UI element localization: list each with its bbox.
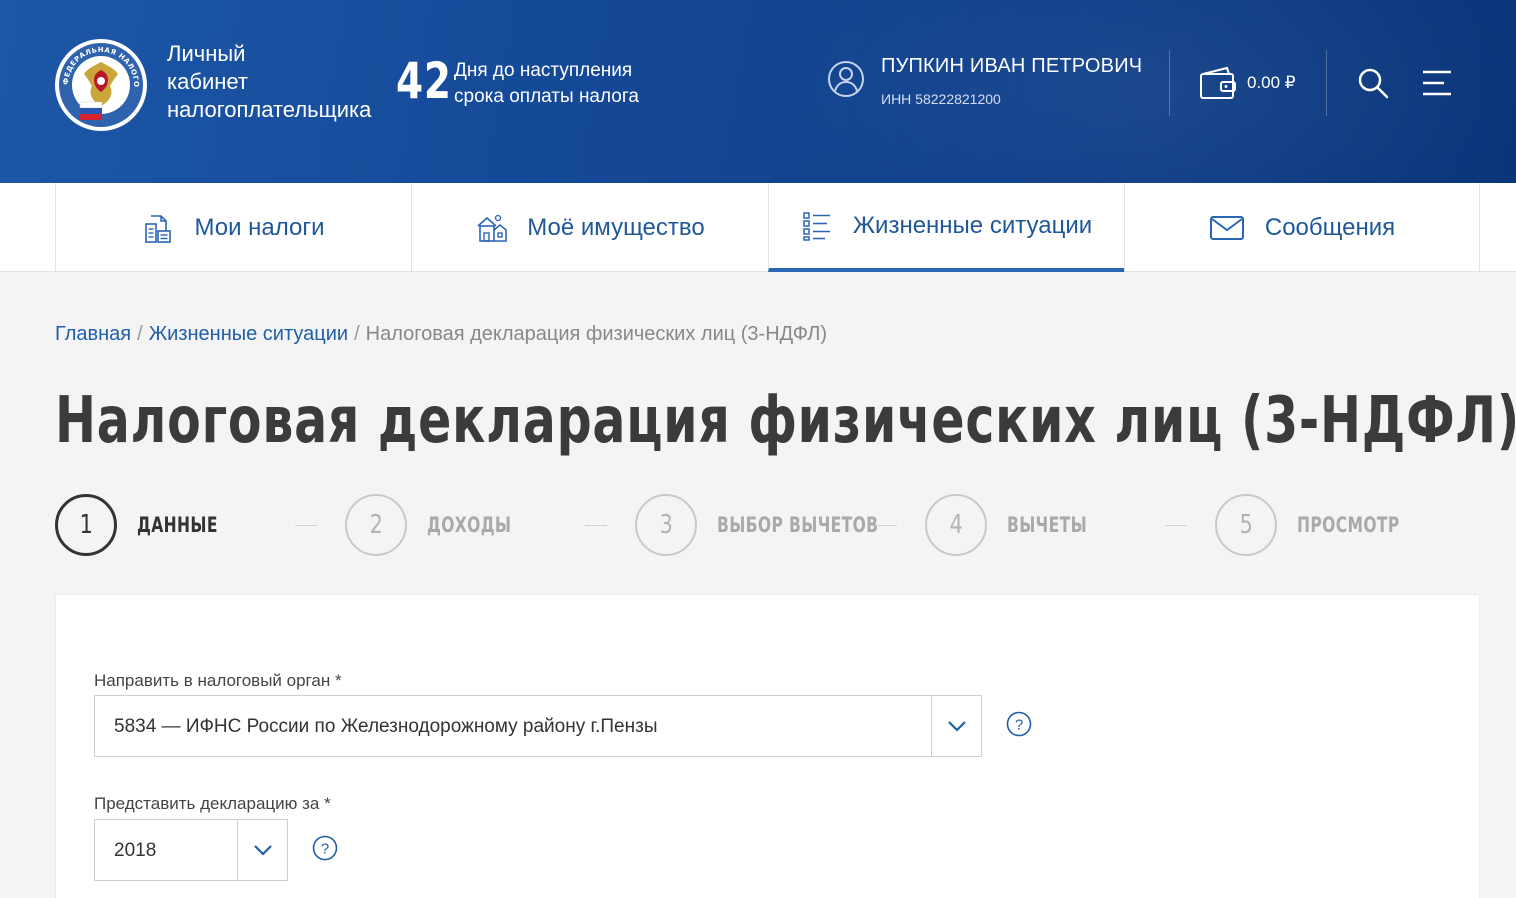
main-nav: Мои налоги Моё имущество Жизненные ситуа… xyxy=(0,183,1516,272)
year-select[interactable]: 2018 xyxy=(94,819,288,881)
fns-logo[interactable]: ФЕДЕРАЛЬНАЯ НАЛОГОВАЯ СЛУЖБА xyxy=(54,38,148,132)
breadcrumb: Главная / Жизненные ситуации / Налоговая дек… xyxy=(55,323,827,346)
step-number: 1 xyxy=(79,510,93,540)
header-divider xyxy=(1169,50,1170,116)
tax-office-dropdown-button[interactable] xyxy=(931,696,981,756)
wallet-icon[interactable] xyxy=(1199,66,1237,100)
brand-line: Личный xyxy=(167,41,246,66)
step-connector xyxy=(875,525,897,526)
step-number-circle[interactable]: 3 xyxy=(635,494,697,556)
form-card: Направить в налоговый орган * 5834 — ИФН… xyxy=(55,594,1480,898)
svg-text:?: ? xyxy=(1015,717,1023,734)
user-avatar-icon[interactable] xyxy=(827,60,865,98)
days-count: 42 xyxy=(396,52,452,110)
tax-office-value: 5834 — ИФНС России по Железнодорожному р… xyxy=(114,716,658,737)
svg-text:?: ? xyxy=(321,841,329,858)
nav-item-label: Жизненные ситуации xyxy=(852,211,1093,239)
tax-office-select[interactable]: 5834 — ИФНС России по Железнодорожному р… xyxy=(94,695,982,757)
nav-item-label: Мои налоги xyxy=(194,213,325,241)
user-inn: ИНН 58222821200 xyxy=(881,91,1001,107)
page-title: Налоговая декларация физических лиц (3-Н… xyxy=(55,384,1516,458)
days-caption: Дня до наступления срока оплаты налога xyxy=(454,58,639,110)
step-label[interactable]: ВЫЧЕТЫ xyxy=(1007,513,1087,537)
step-label[interactable]: ВЫБОР ВЫЧЕТОВ xyxy=(717,513,878,537)
breadcrumb-separator: / xyxy=(137,323,143,345)
tax-office-label: Направить в налоговый орган * xyxy=(94,671,342,690)
nav-item-messages[interactable]: Сообщения xyxy=(1124,183,1480,272)
breadcrumb-section-link[interactable]: Жизненные ситуации xyxy=(149,323,348,345)
year-dropdown-button[interactable] xyxy=(237,820,287,880)
step-number: 3 xyxy=(659,510,673,540)
step-number-circle[interactable]: 4 xyxy=(925,494,987,556)
list-icon xyxy=(803,211,830,241)
nav-item-label: Моё имущество xyxy=(527,213,705,241)
step-number-circle[interactable]: 2 xyxy=(345,494,407,556)
brand-line: кабинет xyxy=(167,69,248,94)
step-label[interactable]: ДОХОДЫ xyxy=(427,513,511,537)
step-number-circle[interactable]: 5 xyxy=(1215,494,1277,556)
documents-icon xyxy=(145,214,172,243)
step-connector xyxy=(585,525,607,526)
brand-line: налогоплательщика xyxy=(167,97,372,122)
step-number: 2 xyxy=(369,510,383,540)
chevron-down-icon xyxy=(947,721,966,732)
hamburger-menu-icon[interactable] xyxy=(1422,70,1452,96)
breadcrumb-separator: / xyxy=(354,323,360,345)
step-connector xyxy=(1165,525,1187,526)
help-icon[interactable]: ? xyxy=(312,835,338,861)
year-value: 2018 xyxy=(114,840,157,861)
balance-amount[interactable]: 0.00 ₽ xyxy=(1247,73,1296,93)
property-icon xyxy=(477,214,508,242)
brand-title[interactable]: Личный кабинет налогоплательщика xyxy=(167,40,371,124)
chevron-down-icon xyxy=(253,845,272,856)
header-divider xyxy=(1326,50,1327,116)
step-number: 5 xyxy=(1239,510,1253,540)
step-label[interactable]: ДАННЫЕ xyxy=(137,513,218,537)
step-connector xyxy=(295,525,317,526)
step-number: 4 xyxy=(949,510,963,540)
user-name[interactable]: ПУПКИН ИВАН ПЕТРОВИЧ xyxy=(881,55,1142,78)
breadcrumb-current: Налоговая декларация физических лиц (3-Н… xyxy=(365,323,828,345)
help-icon[interactable]: ? xyxy=(1006,711,1032,737)
step-number-circle[interactable]: 1 xyxy=(55,494,117,556)
breadcrumb-home-link[interactable]: Главная xyxy=(55,323,131,345)
envelope-icon xyxy=(1209,215,1244,240)
site-header: ФЕДЕРАЛЬНАЯ НАЛОГОВАЯ СЛУЖБА Личный каби… xyxy=(0,0,1516,183)
days-caption-line: Дня до наступления xyxy=(454,60,633,81)
nav-item-my-taxes[interactable]: Мои налоги xyxy=(55,183,411,272)
year-label: Представить декларацию за * xyxy=(94,794,331,813)
nav-item-my-property[interactable]: Моё имущество xyxy=(411,183,768,272)
nav-item-label: Сообщения xyxy=(1264,213,1396,241)
step-label[interactable]: ПРОСМОТР xyxy=(1297,513,1400,537)
nav-item-life-situations[interactable]: Жизненные ситуации xyxy=(768,183,1124,272)
days-caption-line: срока оплаты налога xyxy=(454,86,639,107)
search-icon[interactable] xyxy=(1356,66,1390,100)
